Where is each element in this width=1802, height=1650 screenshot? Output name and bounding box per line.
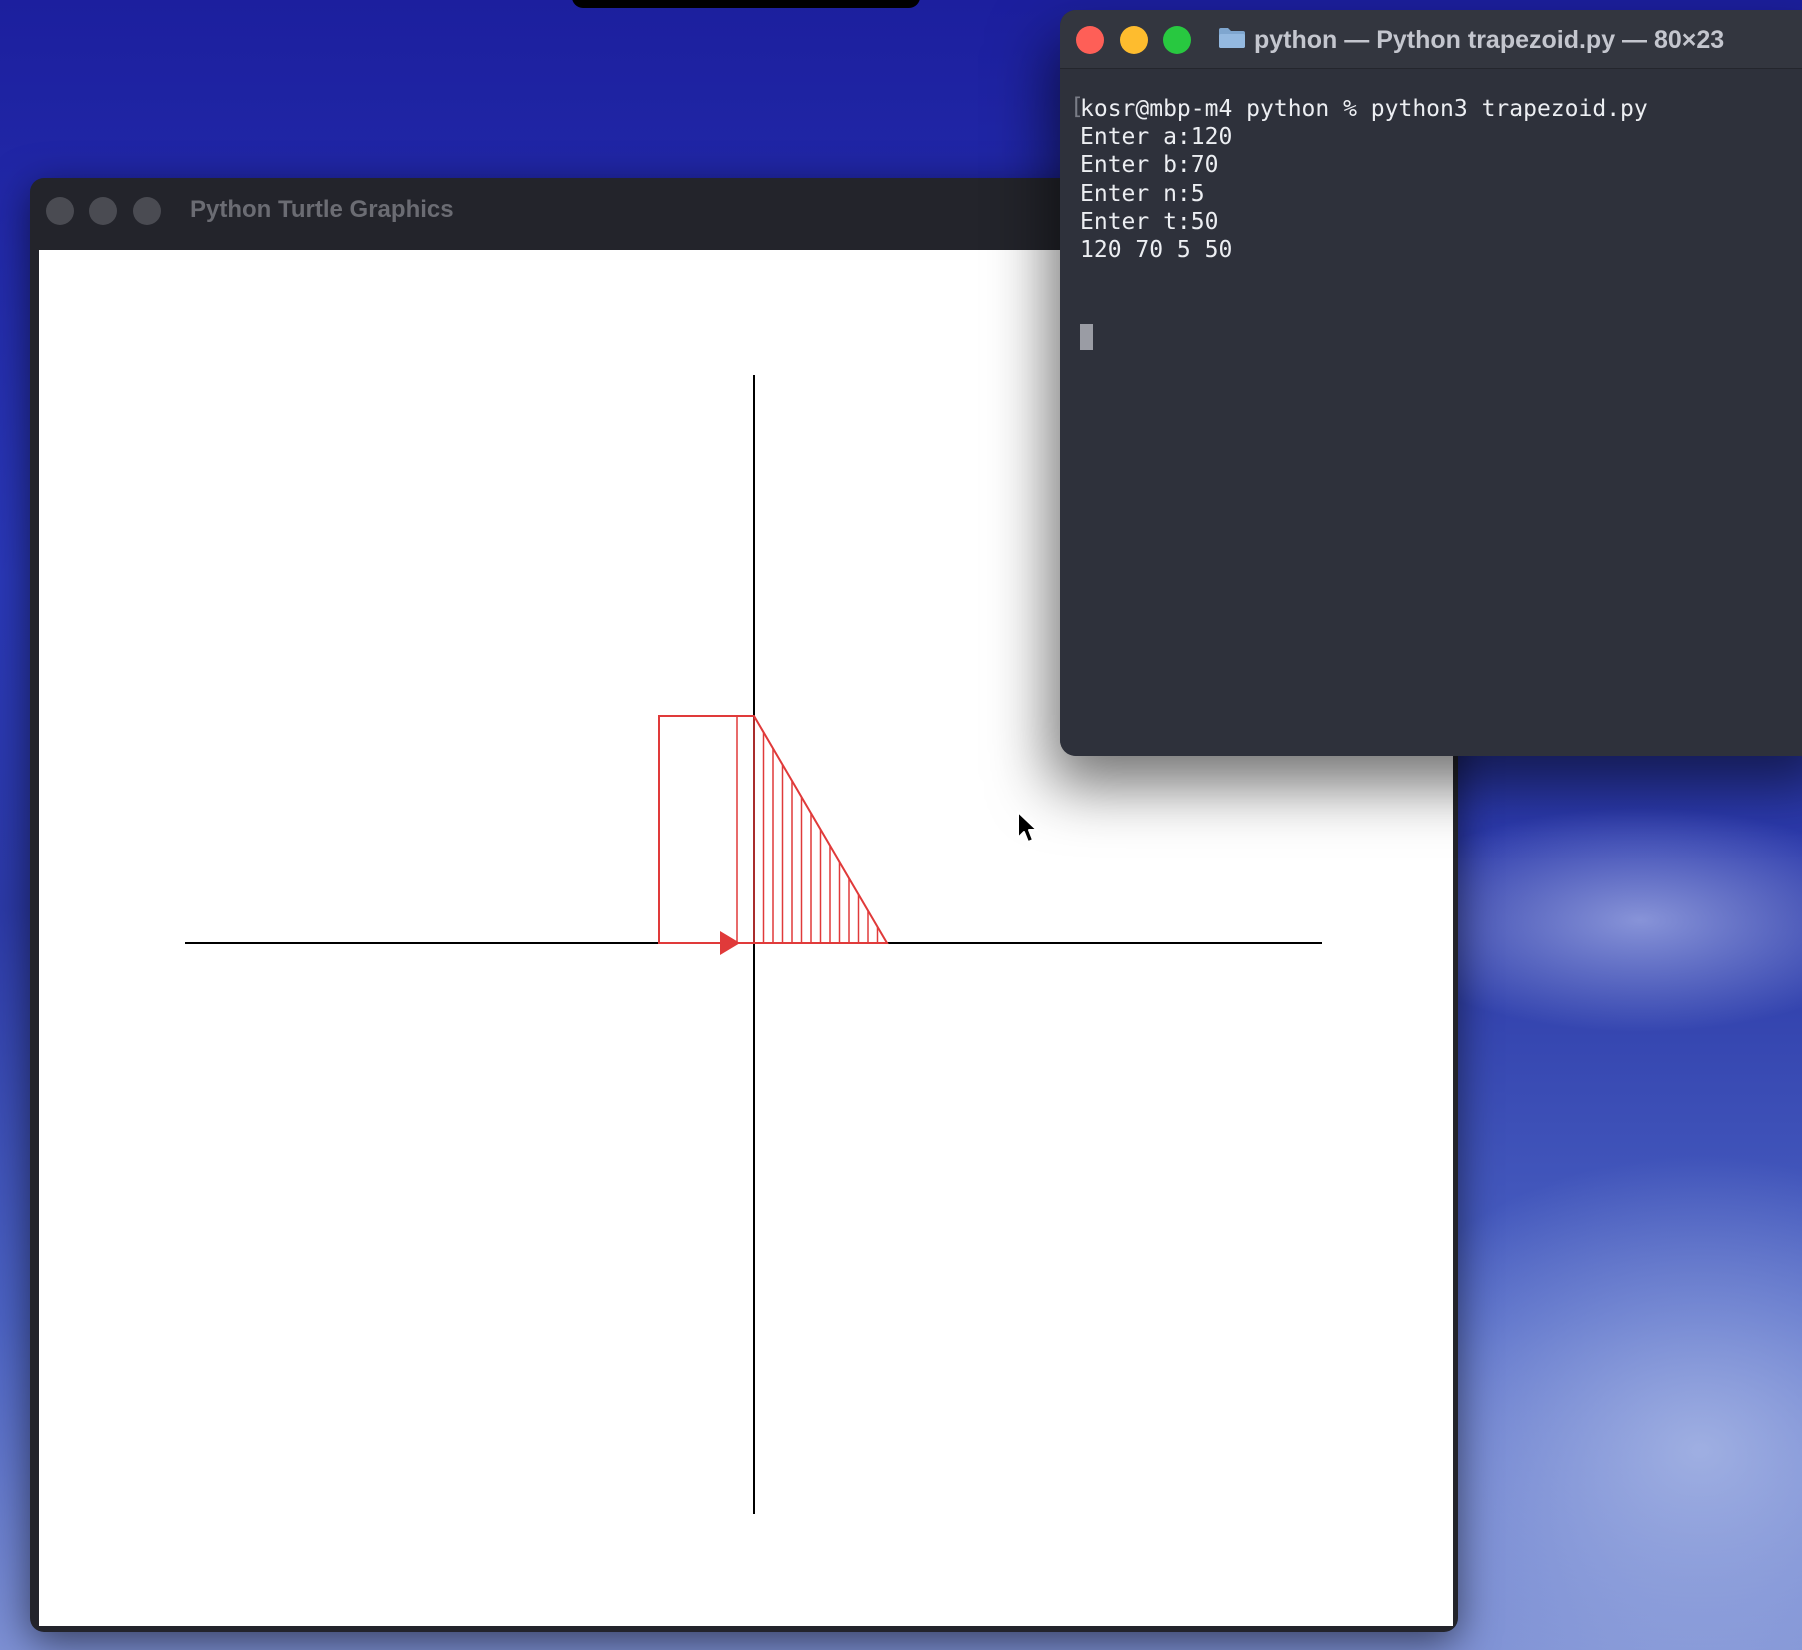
terminal-window[interactable]: python — Python trapezoid.py — 80×23 [ k… (1060, 10, 1802, 756)
terminal-line: Enter t:50 (1080, 209, 1219, 235)
terminal-line: kosr@mbp-m4 python % python3 trapezoid.p… (1080, 96, 1648, 122)
window-title: python — Python trapezoid.py — 80×23 (1254, 26, 1725, 54)
terminal-line: Enter n:5 (1080, 181, 1205, 207)
terminal-line: 120 70 5 50 (1080, 237, 1233, 263)
terminal-line: Enter a:120 (1080, 124, 1233, 150)
zoom-button[interactable] (1163, 26, 1191, 54)
desktop: Python Turtle Graphics python — Python t… (0, 0, 1802, 1650)
minimize-button[interactable] (89, 197, 117, 225)
camera-notch (572, 0, 920, 8)
terminal-line: Enter b:70 (1080, 152, 1219, 178)
window-title: Python Turtle Graphics (190, 196, 454, 223)
mouse-pointer-icon (1017, 811, 1038, 843)
trapezoid-figure (658, 715, 889, 944)
close-button[interactable] (46, 197, 74, 225)
zoom-button[interactable] (133, 197, 161, 225)
terminal-titlebar[interactable]: python — Python trapezoid.py — 80×23 (1060, 10, 1802, 69)
text-cursor (1080, 324, 1093, 350)
minimize-button[interactable] (1120, 26, 1148, 54)
terminal-output[interactable]: [ kosr@mbp-m4 python % python3 trapezoid… (1060, 70, 1802, 756)
close-button[interactable] (1076, 26, 1104, 54)
folder-icon (1219, 28, 1245, 48)
